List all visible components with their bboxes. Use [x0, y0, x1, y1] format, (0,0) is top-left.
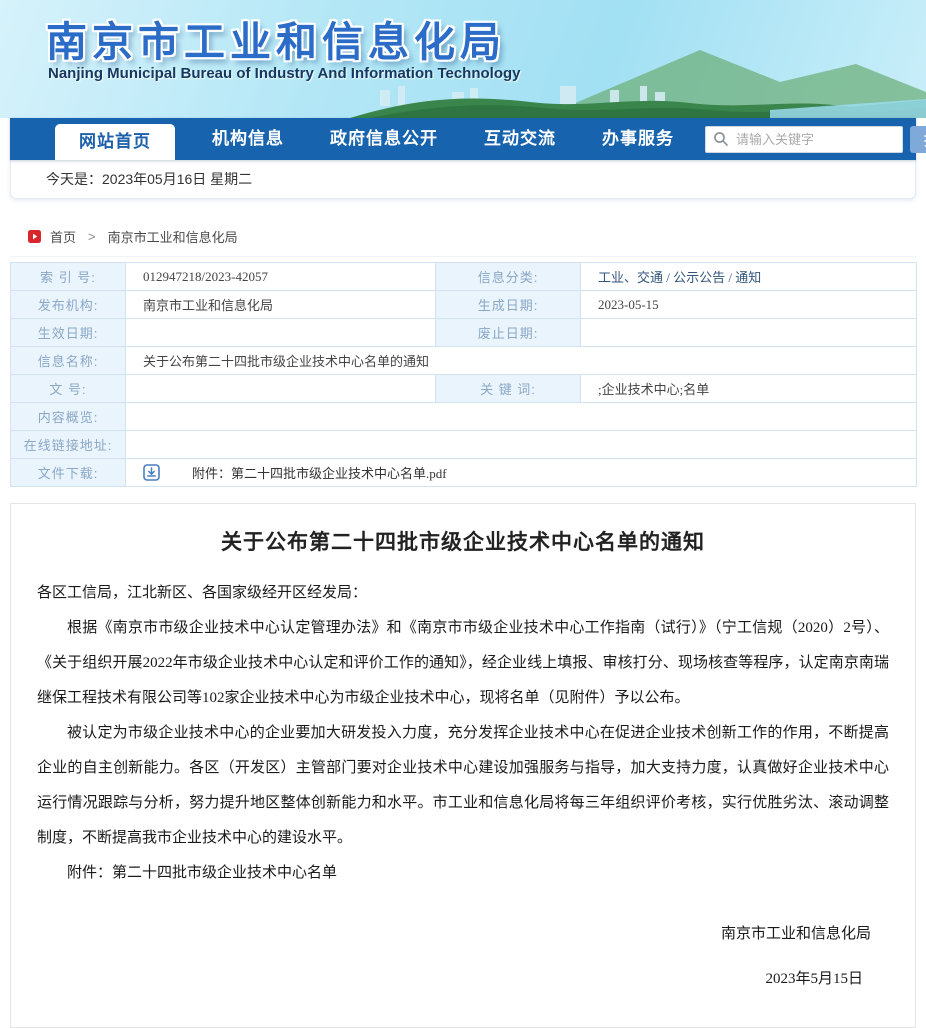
- attachment-link[interactable]: 附件：第二十四批市级企业技术中心名单.pdf: [192, 463, 447, 482]
- breadcrumb-home[interactable]: 首页: [50, 227, 76, 246]
- article-attachment-line: 附件：第二十四批市级企业技术中心名单: [37, 856, 889, 891]
- table-row: 文件下载: 附件：第二十四批市级企业技术中心名单.pdf: [11, 459, 917, 487]
- article-sign-date: 2023年5月15日: [37, 962, 889, 997]
- meta-label-category: 信息分类:: [436, 263, 581, 291]
- meta-value-effective: [126, 319, 436, 347]
- tab-org-info[interactable]: 机构信息: [197, 118, 299, 160]
- search-button[interactable]: 搜索: [910, 126, 926, 153]
- article-paragraph-2: 被认定为市级企业技术中心的企业要加大研发投入力度，充分发挥企业技术中心在促进企业…: [37, 716, 889, 856]
- table-row: 信息名称: 关于公布第二十四批市级企业技术中心名单的通知: [11, 347, 917, 375]
- today-date: 今天是：2023年05月16日 星期二: [46, 169, 252, 189]
- site-banner: 南京市工业和信息化局 Nanjing Municipal Bureau of I…: [0, 0, 926, 118]
- meta-value-link: [126, 431, 917, 459]
- tab-home[interactable]: 网站首页: [55, 124, 175, 160]
- date-bar: 今天是：2023年05月16日 星期二: [10, 160, 916, 199]
- search-icon: [713, 131, 729, 152]
- main-nav: 网站首页 机构信息 政府信息公开 互动交流 办事服务 搜索: [10, 118, 916, 160]
- meta-value-created: 2023-05-15: [581, 291, 917, 319]
- search-input[interactable]: [705, 126, 903, 153]
- search-area: 搜索: [705, 126, 926, 153]
- article-panel: 关于公布第二十四批市级企业技术中心名单的通知 各区工信局，江北新区、各国家级经开…: [10, 503, 916, 1028]
- meta-label-summary: 内容概览:: [11, 403, 126, 431]
- meta-label-created: 生成日期:: [436, 291, 581, 319]
- tab-services[interactable]: 办事服务: [587, 118, 689, 160]
- meta-label-docno: 文 号:: [11, 375, 126, 403]
- table-row: 索 引 号: 012947218/2023-42057 信息分类: 工业、交通 …: [11, 263, 917, 291]
- meta-label-publisher: 发布机构:: [11, 291, 126, 319]
- download-icon[interactable]: [143, 464, 160, 481]
- site-subtitle: Nanjing Municipal Bureau of Industry And…: [48, 65, 521, 82]
- table-row: 生效日期: 废止日期:: [11, 319, 917, 347]
- meta-label-keyword: 关 键 词:: [436, 375, 581, 403]
- tab-interaction[interactable]: 互动交流: [469, 118, 571, 160]
- document-meta-table: 索 引 号: 012947218/2023-42057 信息分类: 工业、交通 …: [10, 262, 917, 487]
- meta-value-keyword: ;企业技术中心;名单: [581, 375, 917, 403]
- meta-value-index: 012947218/2023-42057: [126, 263, 436, 291]
- breadcrumb-current[interactable]: 南京市工业和信息化局: [108, 227, 238, 246]
- meta-label-name: 信息名称:: [11, 347, 126, 375]
- article-paragraph-1: 根据《南京市市级企业技术中心认定管理办法》和《南京市市级企业技术中心工作指南（试…: [37, 611, 889, 716]
- meta-value-expire: [581, 319, 917, 347]
- home-play-icon: [28, 230, 41, 243]
- meta-value-publisher: 南京市工业和信息化局: [126, 291, 436, 319]
- article-salutation: 各区工信局，江北新区、各国家级经开区经发局：: [37, 576, 889, 611]
- site-title: 南京市工业和信息化局: [46, 8, 506, 68]
- article-title: 关于公布第二十四批市级企业技术中心名单的通知: [37, 526, 889, 556]
- table-row: 发布机构: 南京市工业和信息化局 生成日期: 2023-05-15: [11, 291, 917, 319]
- meta-value-name: 关于公布第二十四批市级企业技术中心名单的通知: [126, 347, 917, 375]
- meta-value-category: 工业、交通 / 公示公告 / 通知: [581, 263, 917, 291]
- meta-value-download: 附件：第二十四批市级企业技术中心名单.pdf: [126, 459, 917, 487]
- meta-label-link: 在线链接地址:: [11, 431, 126, 459]
- table-row: 文 号: 关 键 词: ;企业技术中心;名单: [11, 375, 917, 403]
- meta-label-index: 索 引 号:: [11, 263, 126, 291]
- table-row: 在线链接地址:: [11, 431, 917, 459]
- tab-gov-disclosure[interactable]: 政府信息公开: [315, 118, 453, 160]
- meta-value-summary: [126, 403, 917, 431]
- table-row: 内容概览:: [11, 403, 917, 431]
- meta-label-effective: 生效日期:: [11, 319, 126, 347]
- breadcrumb: 首页 > 南京市工业和信息化局: [10, 227, 916, 257]
- breadcrumb-separator: >: [88, 229, 96, 244]
- article-signer: 南京市工业和信息化局: [37, 917, 889, 952]
- meta-value-docno: [126, 375, 436, 403]
- meta-label-expire: 废止日期:: [436, 319, 581, 347]
- meta-label-download: 文件下载:: [11, 459, 126, 487]
